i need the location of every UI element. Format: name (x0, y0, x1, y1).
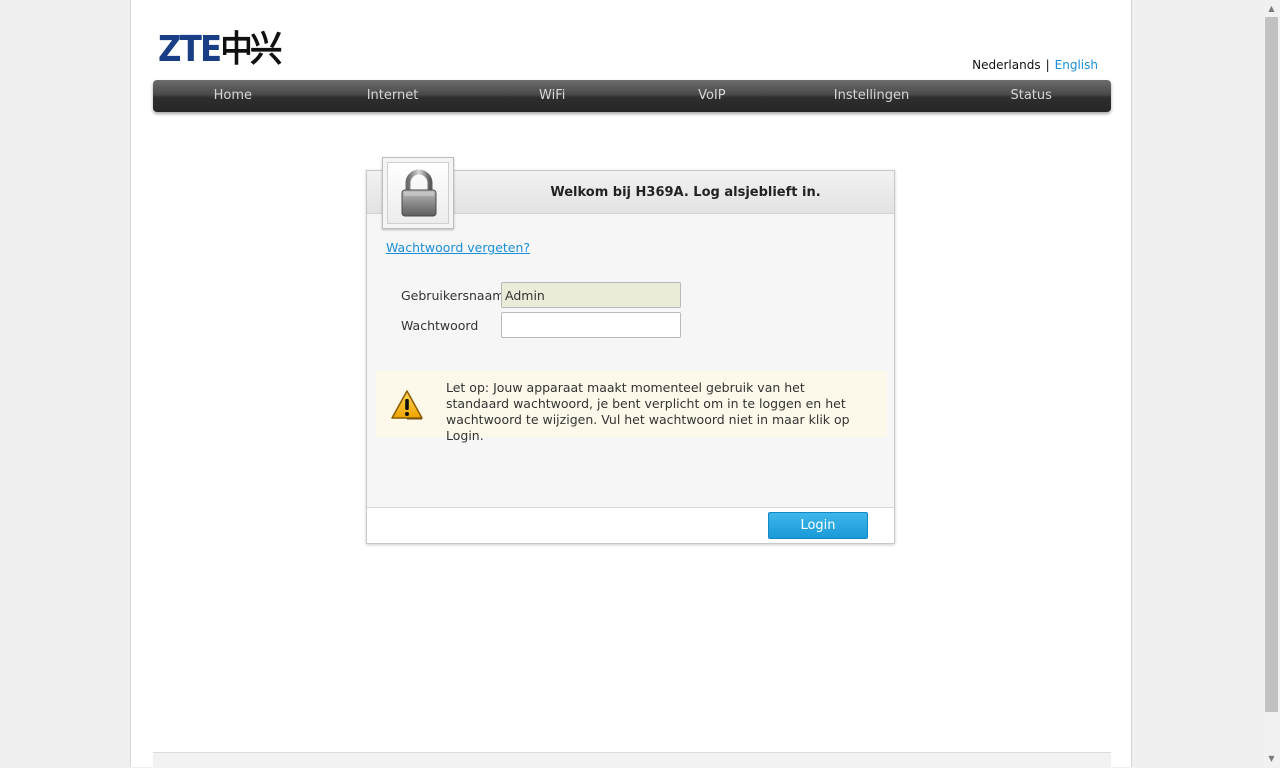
password-input[interactable] (501, 312, 681, 338)
page-container: ZTE中兴 Nederlands | English Home Internet W… (130, 0, 1132, 768)
scroll-down-arrow-icon[interactable]: ▼ (1263, 750, 1280, 767)
language-english[interactable]: English (1055, 58, 1098, 72)
main-nav: Home Internet WiFi VoIP Instellingen Sta… (153, 80, 1111, 112)
language-switcher: Nederlands | English (972, 58, 1098, 72)
username-label: Gebruikersnaam (401, 288, 505, 303)
lock-badge-inner (387, 162, 449, 224)
nav-item-home[interactable]: Home (153, 80, 313, 112)
scroll-thumb[interactable] (1265, 17, 1278, 712)
username-input[interactable] (501, 282, 681, 308)
logo-latin: ZTE (158, 29, 222, 70)
language-separator: | (1045, 58, 1050, 72)
footer-bar (153, 752, 1111, 768)
vertical-scrollbar[interactable]: ▲ ▼ (1263, 0, 1280, 767)
default-password-notice: Let op: Jouw apparaat maakt momenteel ge… (376, 371, 887, 443)
nav-item-status[interactable]: Status (951, 80, 1111, 112)
nav-item-wifi[interactable]: WiFi (472, 80, 632, 112)
nav-item-internet[interactable]: Internet (313, 80, 473, 112)
login-footer: Login (367, 507, 894, 543)
password-label: Wachtwoord (401, 318, 479, 333)
nav-item-instellingen[interactable]: Instellingen (792, 80, 952, 112)
scroll-up-arrow-icon[interactable]: ▲ (1263, 0, 1280, 17)
forgot-password-link[interactable]: Wachtwoord vergeten? (386, 240, 530, 255)
login-panel: Welkom bij H369A. Log alsjeblieft in. Wa… (366, 157, 895, 544)
language-dutch[interactable]: Nederlands (972, 58, 1040, 72)
padlock-icon (401, 169, 437, 217)
notice-text: Let op: Jouw apparaat maakt momenteel ge… (446, 380, 850, 443)
lock-badge (382, 157, 454, 229)
warning-triangle-icon (391, 390, 423, 420)
login-button[interactable]: Login (768, 512, 868, 539)
zte-logo: ZTE中兴 (158, 29, 282, 70)
logo-cjk: 中兴 (220, 29, 282, 70)
login-title: Welkom bij H369A. Log alsjeblieft in. (550, 185, 821, 200)
nav-item-voip[interactable]: VoIP (632, 80, 792, 112)
